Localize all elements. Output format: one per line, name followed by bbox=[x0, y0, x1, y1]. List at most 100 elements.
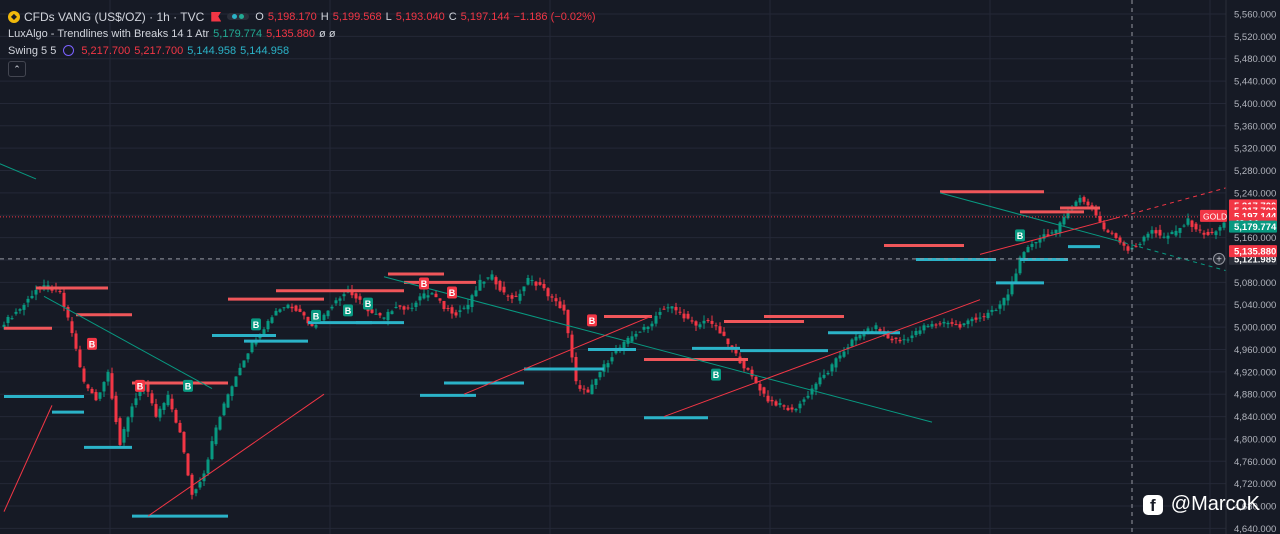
candle-body bbox=[650, 323, 654, 327]
trendline bbox=[3, 405, 53, 512]
candle-body bbox=[86, 384, 90, 389]
candle-body bbox=[330, 306, 334, 309]
candle-body bbox=[930, 324, 934, 327]
price-tick-label: 5,160.000 bbox=[1234, 233, 1276, 244]
symbol-tag-text: GOLD bbox=[1203, 211, 1227, 221]
indicator-name[interactable]: Swing 5 5 bbox=[8, 42, 56, 60]
candle-body bbox=[530, 280, 534, 282]
candle-body bbox=[630, 336, 634, 342]
candle-body bbox=[1134, 246, 1138, 248]
candle-body bbox=[842, 351, 846, 357]
indicator-row-trendlines[interactable]: LuxAlgo - Trendlines with Breaks 14 1 At… bbox=[8, 25, 596, 42]
candle-body bbox=[458, 310, 462, 312]
candle-body bbox=[126, 417, 130, 432]
candle-body bbox=[386, 311, 390, 321]
candle-body bbox=[758, 383, 762, 391]
candle-body bbox=[26, 298, 30, 303]
candle-body bbox=[642, 326, 646, 330]
candle-body bbox=[1166, 235, 1170, 239]
candle-body bbox=[34, 289, 38, 295]
candle-body bbox=[338, 298, 342, 301]
candle-body bbox=[1002, 297, 1006, 306]
break-marker-label: B bbox=[137, 381, 144, 391]
candle-body bbox=[242, 360, 246, 368]
indicator-value: ø ø bbox=[319, 27, 336, 40]
candle-body bbox=[598, 371, 602, 378]
price-tick-label: 5,560.000 bbox=[1234, 9, 1276, 20]
candle-body bbox=[1154, 230, 1158, 234]
candle-body bbox=[194, 489, 198, 494]
facebook-icon: f bbox=[1142, 494, 1163, 515]
candle-body bbox=[834, 358, 838, 368]
price-tick-label: 5,400.000 bbox=[1234, 99, 1276, 110]
candle-body bbox=[910, 335, 914, 339]
break-marker-label: B bbox=[313, 311, 320, 321]
break-marker-label: B bbox=[253, 320, 260, 330]
candle-body bbox=[894, 337, 898, 339]
candle-body bbox=[378, 313, 382, 316]
candle-body bbox=[534, 281, 538, 286]
price-chart[interactable]: B B B B B B B B B B B B 5,560.000 5,520.000 5,480.000 5… bbox=[0, 0, 1280, 534]
candle-body bbox=[422, 293, 426, 299]
candle-body bbox=[442, 301, 446, 310]
candle-body bbox=[1162, 236, 1166, 238]
candle-body bbox=[782, 405, 786, 407]
candle-body bbox=[826, 373, 830, 375]
candle-body bbox=[742, 360, 746, 369]
candle-body bbox=[506, 295, 510, 297]
collapse-legend-button[interactable]: ⌃ bbox=[8, 61, 26, 77]
symbol-title[interactable]: CFDs VANG (US$/OZ) · 1h · TVC bbox=[24, 8, 204, 26]
price-tick-label: 5,320.000 bbox=[1234, 144, 1276, 155]
candle-body bbox=[558, 301, 562, 309]
candle-body bbox=[1146, 233, 1150, 238]
candle-body bbox=[962, 323, 966, 326]
indicator-row-swing[interactable]: Swing 5 5 5,217.700 5,217.700 5,144.958 … bbox=[8, 42, 596, 59]
candle-body bbox=[814, 383, 818, 390]
price-tick-label: 5,360.000 bbox=[1234, 121, 1276, 132]
candle-body bbox=[798, 403, 802, 409]
indicator-name[interactable]: LuxAlgo - Trendlines with Breaks 14 1 At… bbox=[8, 25, 209, 43]
low-value: 5,193.040 bbox=[395, 10, 445, 23]
break-marker-label: B bbox=[185, 381, 192, 391]
candle-body bbox=[174, 410, 178, 423]
candle-body bbox=[590, 384, 594, 395]
candle-body bbox=[950, 322, 954, 324]
candle-body bbox=[70, 321, 74, 334]
candle-body bbox=[774, 401, 778, 406]
candle-body bbox=[986, 312, 990, 318]
candle-body bbox=[382, 317, 386, 319]
candle-body bbox=[498, 280, 502, 291]
break-marker-label: B bbox=[1017, 231, 1024, 241]
flag-icon[interactable] bbox=[211, 11, 222, 22]
candle-body bbox=[1210, 231, 1214, 233]
candle-body bbox=[790, 407, 794, 410]
candle-body bbox=[1106, 230, 1110, 233]
candle-body bbox=[1150, 230, 1154, 234]
candle-body bbox=[198, 481, 202, 488]
candle-body bbox=[154, 404, 158, 417]
candle-body bbox=[806, 395, 810, 398]
candle-body bbox=[858, 335, 862, 339]
candle-body bbox=[954, 324, 958, 326]
candle-body bbox=[74, 333, 78, 349]
candle-body bbox=[1014, 273, 1018, 282]
candle-body bbox=[118, 418, 122, 445]
candle-body bbox=[414, 302, 418, 307]
candle-body bbox=[294, 305, 298, 311]
market-status-pill[interactable] bbox=[227, 13, 250, 20]
price-tick-label: 4,760.000 bbox=[1234, 457, 1276, 468]
candle-body bbox=[374, 313, 378, 315]
candle-body bbox=[902, 339, 906, 341]
candle-body bbox=[234, 376, 238, 387]
candle-body bbox=[1214, 231, 1218, 236]
candle-body bbox=[58, 291, 62, 293]
candle-body bbox=[214, 427, 218, 445]
candle-body bbox=[398, 305, 402, 307]
candle-body bbox=[646, 326, 650, 329]
candle-body bbox=[1178, 227, 1182, 233]
indicator-value: 5,144.958 bbox=[187, 44, 237, 57]
break-marker-label: B bbox=[449, 288, 456, 298]
candle-body bbox=[1082, 197, 1086, 202]
candle-body bbox=[370, 309, 374, 313]
candle-body bbox=[550, 296, 554, 298]
